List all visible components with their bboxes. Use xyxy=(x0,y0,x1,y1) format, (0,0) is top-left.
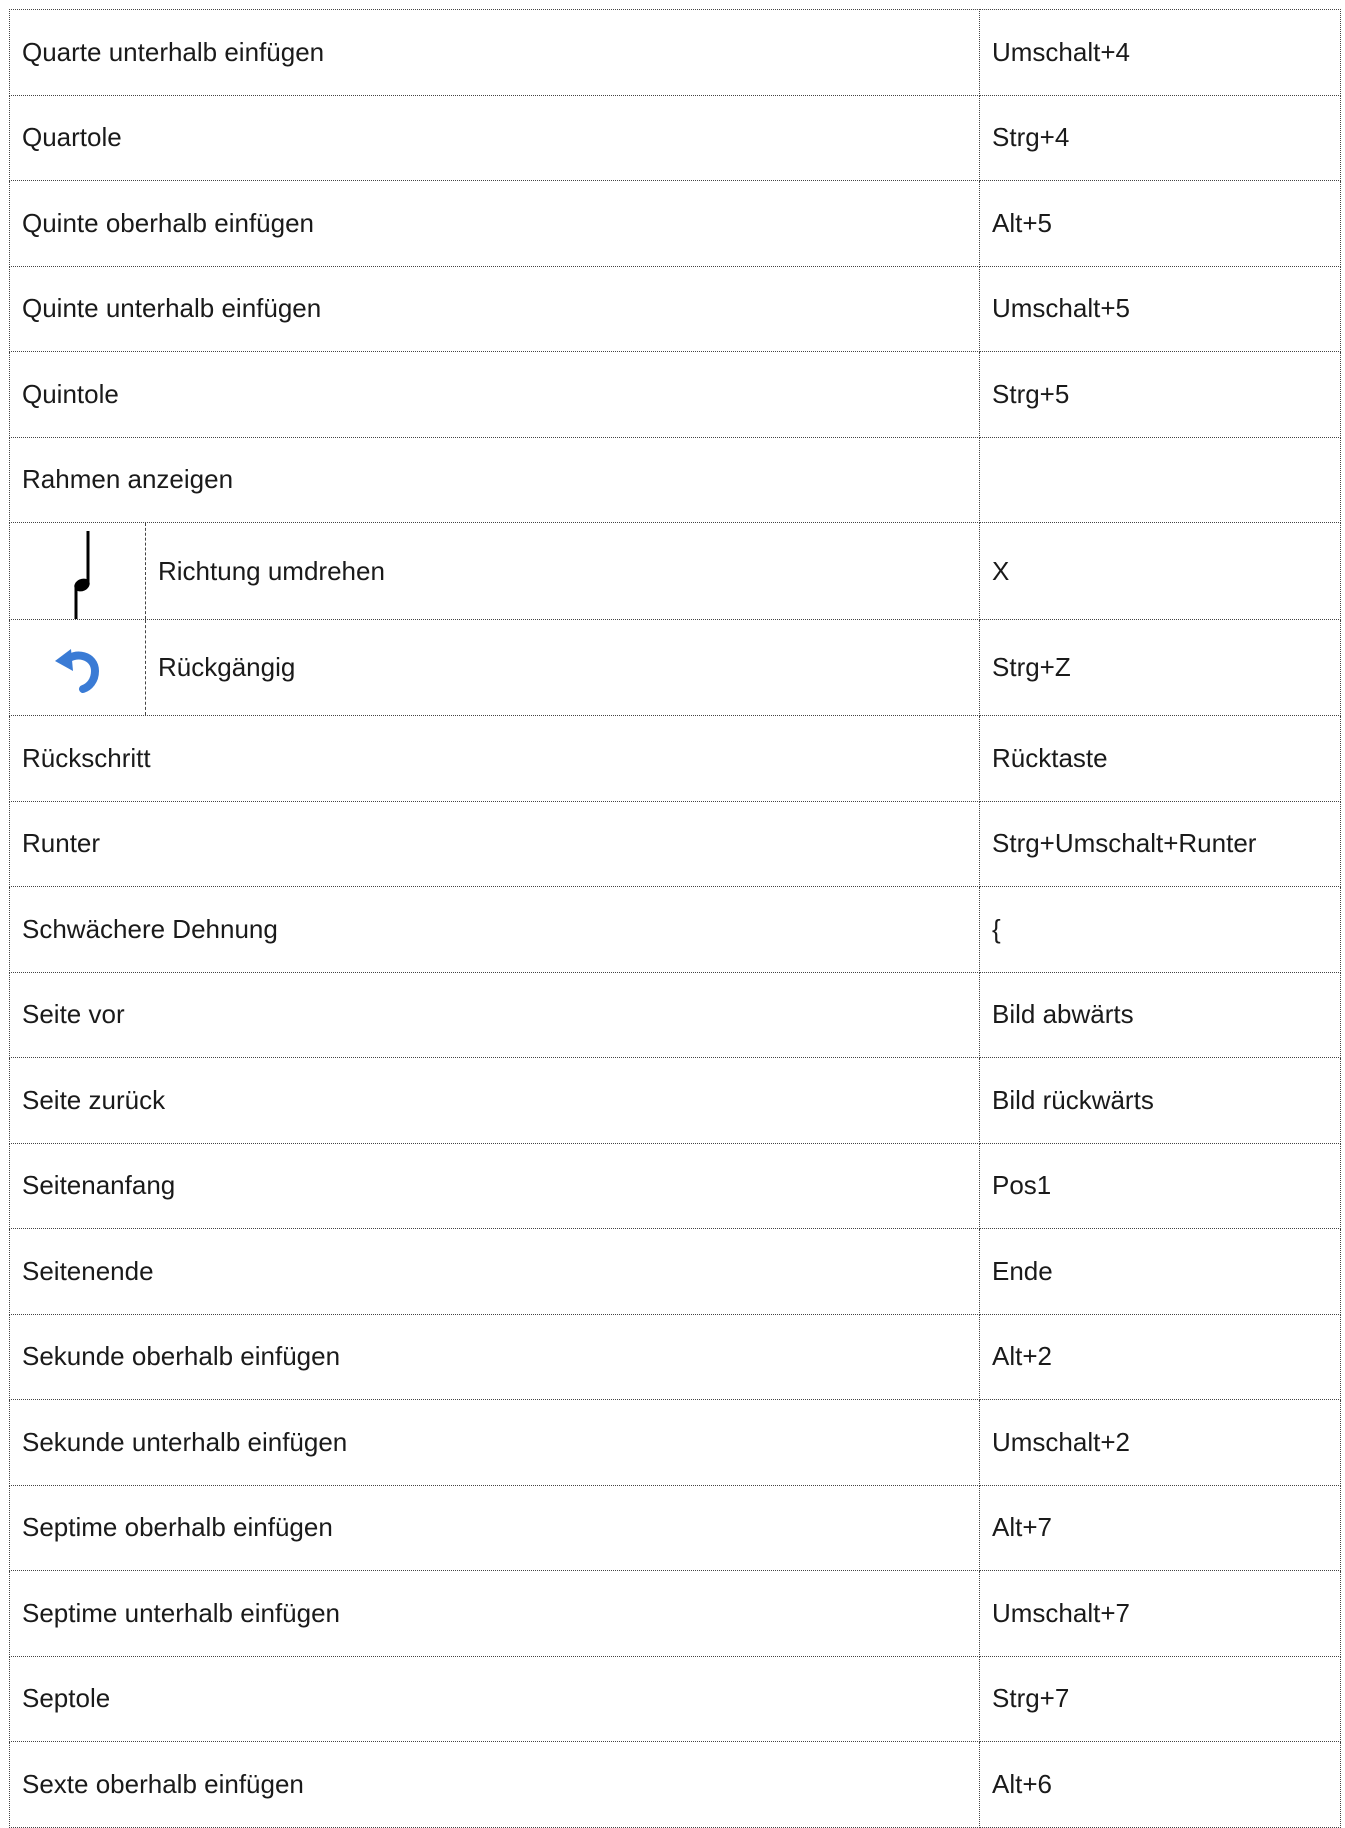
shortcut-cell: Strg+Z xyxy=(979,619,1341,716)
shortcut-cell: Umschalt+2 xyxy=(979,1399,1341,1486)
shortcut-cell: Alt+6 xyxy=(979,1741,1341,1828)
shortcut-cell: Strg+5 xyxy=(979,351,1341,438)
table-row: Quinte unterhalb einfügen Umschalt+5 xyxy=(9,265,1341,352)
action-cell: Quinte oberhalb einfügen xyxy=(9,180,980,267)
shortcut-cell: Bild abwärts xyxy=(979,971,1341,1058)
action-cell: Quintole xyxy=(9,351,980,438)
undo-icon xyxy=(54,648,99,693)
shortcut-cell: Alt+7 xyxy=(979,1484,1341,1571)
action-cell: Septime oberhalb einfügen xyxy=(9,1484,980,1571)
table-row: Quinte oberhalb einfügen Alt+5 xyxy=(9,180,1341,267)
table-row: Runter Strg+Umschalt+Runter xyxy=(9,800,1341,887)
shortcut-cell: Strg+7 xyxy=(979,1655,1341,1742)
table-row: Seitenanfang Pos1 xyxy=(9,1142,1341,1229)
action-cell: Seitenanfang xyxy=(9,1142,980,1229)
table-row: Rückschritt Rücktaste xyxy=(9,715,1341,802)
table-row: Rahmen anzeigen xyxy=(9,436,1341,523)
table-row: Septime oberhalb einfügen Alt+7 xyxy=(9,1484,1341,1571)
table-row: Seite vor Bild abwärts xyxy=(9,971,1341,1058)
shortcut-cell: Ende xyxy=(979,1228,1341,1315)
table-row: Septole Strg+7 xyxy=(9,1655,1341,1742)
shortcut-cell: X xyxy=(979,522,1341,620)
action-cell: Rückschritt xyxy=(9,715,980,802)
table-row: Seite zurück Bild rückwärts xyxy=(9,1057,1341,1144)
action-cell: Rahmen anzeigen xyxy=(9,436,980,523)
action-cell: Sekunde unterhalb einfügen xyxy=(9,1399,980,1486)
action-cell: Quinte unterhalb einfügen xyxy=(9,265,980,352)
action-cell: Seite vor xyxy=(9,971,980,1058)
shortcut-cell: Umschalt+4 xyxy=(979,9,1341,96)
shortcut-cell: Umschalt+5 xyxy=(979,265,1341,352)
action-label: Rückgängig xyxy=(158,652,296,682)
shortcut-cell: Alt+2 xyxy=(979,1313,1341,1400)
shortcut-cell: Strg+Umschalt+Runter xyxy=(979,800,1341,887)
shortcut-cell: Bild rückwärts xyxy=(979,1057,1341,1144)
shortcut-cell: Pos1 xyxy=(979,1142,1341,1229)
table-row: Schwächere Dehnung { xyxy=(9,886,1341,973)
table-row: Sekunde oberhalb einfügen Alt+2 xyxy=(9,1313,1341,1400)
table-row: Richtung umdrehen X xyxy=(9,522,1341,620)
shortcut-cell: Umschalt+7 xyxy=(979,1570,1341,1657)
table-row: Sexte oberhalb einfügen Alt+6 xyxy=(9,1741,1341,1828)
action-label: Richtung umdrehen xyxy=(158,555,385,586)
table-row: Septime unterhalb einfügen Umschalt+7 xyxy=(9,1570,1341,1657)
table-row: Rückgängig Strg+Z xyxy=(9,619,1341,716)
action-cell: Quartole xyxy=(9,94,980,181)
shortcut-table: Quarte unterhalb einfügen Umschalt+4 Qua… xyxy=(9,9,1341,1828)
action-cell: Schwächere Dehnung xyxy=(9,886,980,973)
table-row: Sekunde unterhalb einfügen Umschalt+2 xyxy=(9,1399,1341,1486)
action-cell: Quarte unterhalb einfügen xyxy=(9,9,980,96)
action-cell: Sexte oberhalb einfügen xyxy=(9,1741,980,1828)
note-stem-flip-icon xyxy=(73,531,90,619)
action-cell: Runter xyxy=(9,800,980,887)
table-row: Quarte unterhalb einfügen Umschalt+4 xyxy=(9,9,1341,96)
icon-box xyxy=(10,620,146,715)
shortcut-cell: Strg+4 xyxy=(979,94,1341,181)
shortcut-cell xyxy=(979,436,1341,523)
table-row: Quartole Strg+4 xyxy=(9,94,1341,181)
action-cell: Rückgängig xyxy=(9,619,980,716)
shortcut-cell: { xyxy=(979,886,1341,973)
shortcut-cell: Rücktaste xyxy=(979,715,1341,802)
action-cell: Richtung umdrehen xyxy=(9,522,980,620)
shortcut-cell: Alt+5 xyxy=(979,180,1341,267)
action-cell: Sekunde oberhalb einfügen xyxy=(9,1313,980,1400)
icon-box xyxy=(10,523,146,619)
action-cell: Septole xyxy=(9,1655,980,1742)
table-row: Seitenende Ende xyxy=(9,1228,1341,1315)
table-row: Quintole Strg+5 xyxy=(9,351,1341,438)
action-cell: Seitenende xyxy=(9,1228,980,1315)
action-cell: Septime unterhalb einfügen xyxy=(9,1570,980,1657)
action-cell: Seite zurück xyxy=(9,1057,980,1144)
